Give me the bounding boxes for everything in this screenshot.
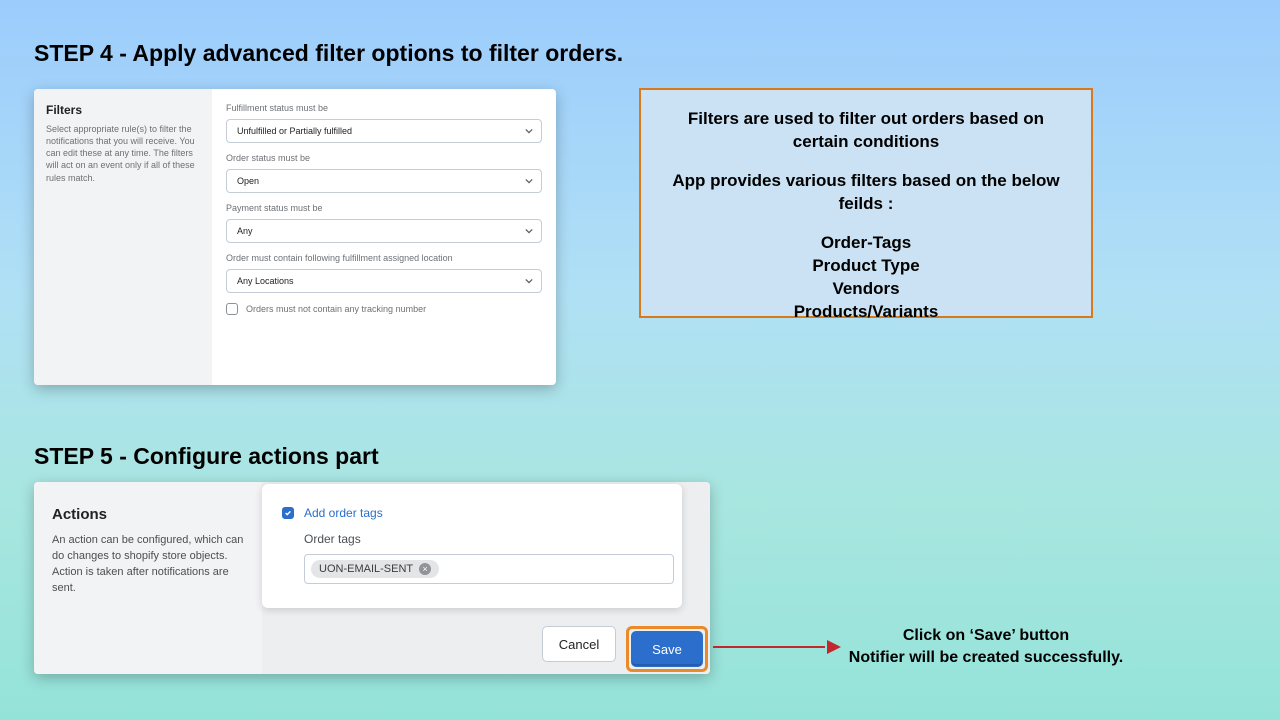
filters-form: Fulfillment status must be Unfulfilled o… xyxy=(212,89,556,385)
location-value: Any Locations xyxy=(237,276,294,286)
callout-line: certain conditions xyxy=(661,131,1071,154)
order-tags-field-label: Order tags xyxy=(304,532,662,546)
order-status-value: Open xyxy=(237,176,259,186)
filters-panel: Filters Select appropriate rule(s) to fi… xyxy=(34,89,556,385)
callout-item: Products/Variants xyxy=(661,301,1071,324)
actions-main: Add order tags Order tags UON-EMAIL-SENT… xyxy=(262,482,710,674)
fulfillment-status-value: Unfulfilled or Partially fulfilled xyxy=(237,126,352,136)
tracking-number-row: Orders must not contain any tracking num… xyxy=(226,303,542,315)
payment-status-select[interactable]: Any xyxy=(226,219,542,243)
order-tags-input[interactable]: UON-EMAIL-SENT × xyxy=(304,554,674,584)
order-status-label: Order status must be xyxy=(226,153,542,163)
actions-side-desc: An action can be configured, which can d… xyxy=(52,533,244,597)
button-row: Cancel Save xyxy=(542,626,710,674)
actions-card: Add order tags Order tags UON-EMAIL-SENT… xyxy=(262,484,682,608)
save-instruction: Click on ‘Save’ button Notifier will be … xyxy=(846,625,1126,668)
actions-side-title: Actions xyxy=(52,506,244,523)
save-button-highlight: Save xyxy=(626,626,708,672)
callout-line: App provides various filters based on th… xyxy=(661,170,1071,216)
chevron-down-icon xyxy=(525,127,533,135)
location-select[interactable]: Any Locations xyxy=(226,269,542,293)
save-instruction-line: Click on ‘Save’ button xyxy=(846,625,1126,647)
arrow-annotation xyxy=(713,642,841,652)
order-tag-text: UON-EMAIL-SENT xyxy=(319,563,413,575)
callout-line: Filters are used to filter out orders ba… xyxy=(661,108,1071,131)
payment-status-label: Payment status must be xyxy=(226,203,542,213)
filters-side-desc: Select appropriate rule(s) to filter the… xyxy=(46,123,200,184)
filters-callout: Filters are used to filter out orders ba… xyxy=(639,88,1093,318)
order-tag-chip: UON-EMAIL-SENT × xyxy=(311,560,439,578)
actions-panel: Actions An action can be configured, whi… xyxy=(34,482,710,674)
step5-heading: STEP 5 - Configure actions part xyxy=(34,443,379,470)
add-order-tags-checkbox[interactable] xyxy=(282,507,294,519)
order-status-select[interactable]: Open xyxy=(226,169,542,193)
fulfillment-status-select[interactable]: Unfulfilled or Partially fulfilled xyxy=(226,119,542,143)
save-button[interactable]: Save xyxy=(631,631,703,667)
filters-sidebar: Filters Select appropriate rule(s) to fi… xyxy=(34,89,212,385)
payment-status-value: Any xyxy=(237,226,253,236)
cancel-button[interactable]: Cancel xyxy=(542,626,616,662)
arrow-head-icon xyxy=(827,640,841,654)
location-label: Order must contain following fulfillment… xyxy=(226,253,542,263)
tracking-number-checkbox[interactable] xyxy=(226,303,238,315)
save-instruction-line: Notifier will be created successfully. xyxy=(846,647,1126,669)
callout-item: Order-Tags xyxy=(661,232,1071,255)
remove-tag-icon[interactable]: × xyxy=(419,563,431,575)
add-order-tags-label: Add order tags xyxy=(304,506,383,520)
chevron-down-icon xyxy=(525,227,533,235)
add-order-tags-row: Add order tags xyxy=(282,506,662,520)
chevron-down-icon xyxy=(525,177,533,185)
tracking-number-label: Orders must not contain any tracking num… xyxy=(246,304,426,314)
callout-item: Vendors xyxy=(661,278,1071,301)
chevron-down-icon xyxy=(525,277,533,285)
filters-side-title: Filters xyxy=(46,103,200,117)
step4-heading: STEP 4 - Apply advanced filter options t… xyxy=(34,40,623,67)
callout-item: Product Type xyxy=(661,255,1071,278)
actions-sidebar: Actions An action can be configured, whi… xyxy=(34,482,262,674)
arrow-shaft xyxy=(713,646,825,648)
fulfillment-status-label: Fulfillment status must be xyxy=(226,103,542,113)
